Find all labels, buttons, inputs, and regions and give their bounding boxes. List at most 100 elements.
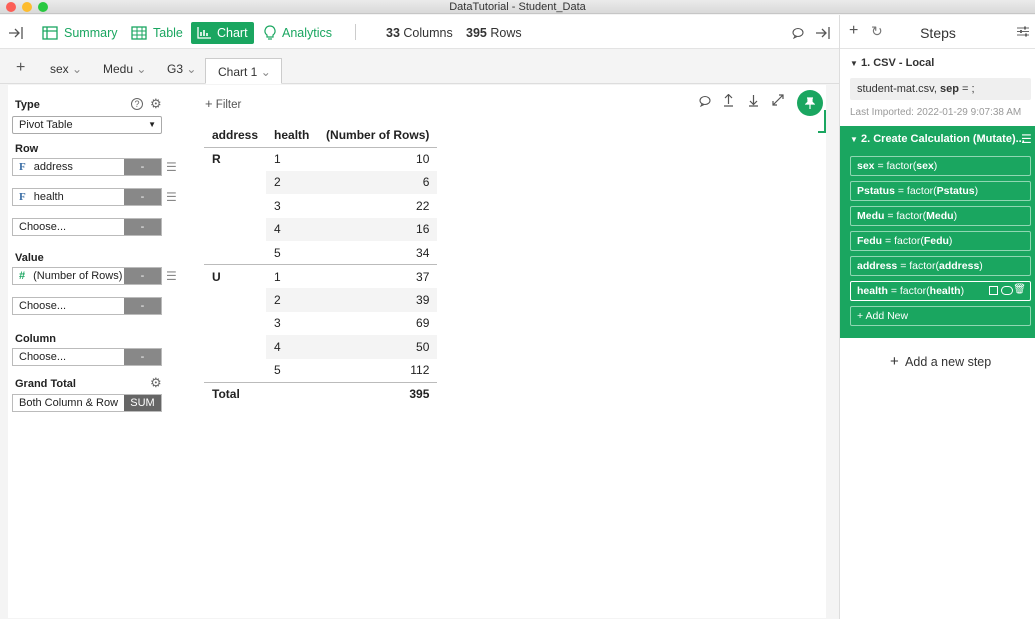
- analytics-button[interactable]: Analytics: [264, 22, 332, 44]
- table-cell: 4: [266, 335, 318, 359]
- step-2-card[interactable]: ▼ 2. Create Calculation (Mutate)... ☰ se…: [840, 126, 1035, 338]
- table-cell: 39: [317, 288, 438, 312]
- table-cell: 37: [416, 269, 430, 284]
- grand-total-select[interactable]: Both Column & Row SUM: [12, 394, 162, 412]
- expand-icon[interactable]: [772, 94, 784, 109]
- caret-down-icon: ▼: [148, 120, 156, 129]
- calc-command-health[interactable]: health = factor(health) 🗑: [850, 281, 1031, 301]
- drag-handle-icon[interactable]: ☰: [166, 190, 177, 204]
- upload-icon[interactable]: [723, 93, 734, 110]
- value-section-label: Value: [15, 252, 44, 264]
- chart-workspace: Type ? ⚙ Pivot Table ▼ Row Faddress - ☰ …: [8, 85, 826, 618]
- toggle-icon[interactable]: [1001, 286, 1013, 295]
- table-cell: 5: [266, 241, 318, 265]
- numeric-type-icon: #: [19, 270, 26, 282]
- value-field-number-of-rows[interactable]: # (Number of Rows) -: [12, 267, 162, 285]
- table-cell: 112: [317, 358, 438, 383]
- table-cell: 50: [317, 335, 438, 359]
- table-label: Table: [153, 26, 183, 40]
- add-tab-button[interactable]: +: [16, 59, 25, 77]
- plus-icon: +: [890, 353, 899, 370]
- plus-icon: +: [205, 96, 213, 111]
- drag-handle-icon[interactable]: ☰: [166, 160, 177, 174]
- gear-icon[interactable]: ⚙: [150, 375, 162, 391]
- download-icon[interactable]: [748, 94, 759, 110]
- table-cell: 1: [274, 269, 281, 284]
- pin-connector: [818, 110, 826, 133]
- remove-field-button[interactable]: -: [124, 268, 161, 284]
- window-title: DataTutorial - Student_Data: [449, 1, 586, 13]
- chevron-down-icon: ⌄: [186, 62, 197, 76]
- table-cell: 22: [416, 198, 430, 213]
- chart-icon: [197, 27, 211, 39]
- table-cell: 5: [266, 358, 318, 383]
- remove-field-button[interactable]: -: [124, 349, 161, 365]
- chevron-down-icon: ⌄: [72, 62, 83, 76]
- table-cell: 6: [317, 170, 438, 194]
- tab-bar: + sex ⌄ Medu ⌄ G3 ⌄ Chart 1 ⌄: [0, 50, 839, 84]
- menu-icon[interactable]: ☰: [1021, 132, 1032, 146]
- tab-g3[interactable]: G3 ⌄: [167, 62, 196, 76]
- calc-command-sex[interactable]: sex = factor(sex): [850, 156, 1031, 176]
- drag-handle-icon[interactable]: ☰: [166, 269, 177, 283]
- table-cell: 2: [266, 288, 318, 312]
- column-choose-field[interactable]: Choose... -: [12, 348, 162, 366]
- summary-button[interactable]: Summary: [42, 22, 117, 44]
- chart-button[interactable]: Chart: [191, 22, 254, 44]
- columns-count: 33 Columns: [386, 26, 453, 40]
- column-section-label: Column: [15, 333, 56, 345]
- comment-icon[interactable]: [699, 95, 711, 110]
- copy-icon[interactable]: [989, 286, 998, 295]
- settings-sliders-icon[interactable]: [1017, 26, 1029, 40]
- filter-button[interactable]: + Filter: [205, 96, 241, 111]
- row-field-health[interactable]: Fhealth -: [12, 188, 162, 206]
- value-choose-field[interactable]: Choose... -: [12, 297, 162, 315]
- row-field-address[interactable]: Faddress -: [12, 158, 162, 176]
- table-cell: 3: [274, 198, 281, 213]
- help-icon[interactable]: ?: [131, 98, 143, 110]
- header-address: address: [204, 123, 267, 148]
- grand-total-agg-button[interactable]: SUM: [124, 395, 161, 411]
- remove-field-button[interactable]: -: [124, 219, 161, 235]
- tab-chart-1[interactable]: Chart 1 ⌄: [205, 58, 282, 84]
- calc-command-pstatus[interactable]: Pstatus = factor(Pstatus): [850, 181, 1031, 201]
- calc-command-medu[interactable]: Medu = factor(Medu): [850, 206, 1031, 226]
- tab-medu[interactable]: Medu ⌄: [103, 62, 146, 76]
- tab-sex[interactable]: sex ⌄: [50, 62, 82, 76]
- calc-command-fedu[interactable]: Fedu = factor(Fedu): [850, 231, 1031, 251]
- table-button[interactable]: Table: [131, 22, 183, 44]
- main-toolbar: Summary Table Chart Analytics 33 Columns…: [0, 15, 839, 49]
- header-health: health: [266, 123, 318, 148]
- table-row: 2 39: [204, 288, 438, 312]
- type-select[interactable]: Pivot Table ▼: [12, 116, 162, 134]
- table-row: 4 50: [204, 335, 438, 359]
- pin-icon: [805, 97, 815, 109]
- gear-icon[interactable]: ⚙: [150, 96, 162, 112]
- header-number-of-rows: (Number of Rows): [317, 123, 438, 148]
- comment-icon[interactable]: [792, 22, 804, 44]
- remove-field-button[interactable]: -: [124, 159, 161, 175]
- table-row: 26: [204, 170, 438, 194]
- chevron-down-icon: ⌄: [136, 62, 147, 76]
- steps-panel: + ↻ Steps ▼ 1. CSV - Local student-mat.c…: [839, 15, 1035, 619]
- table-cell: 69: [416, 316, 430, 331]
- table-cell: 16: [317, 217, 438, 241]
- calc-command-address[interactable]: address = factor(address): [850, 256, 1031, 276]
- table-row: 5 112: [204, 358, 438, 383]
- last-imported-text: Last Imported: 2022-01-29 9:07:38 AM: [850, 107, 1022, 118]
- collapse-left-icon[interactable]: [8, 22, 24, 44]
- step-1-title[interactable]: ▼ 1. CSV - Local: [850, 57, 934, 69]
- chart-label: Chart: [217, 26, 248, 40]
- table-cell: 4: [266, 217, 318, 241]
- row-choose-field[interactable]: Choose... -: [12, 218, 162, 236]
- rows-count: 395 Rows: [466, 26, 522, 40]
- remove-field-button[interactable]: -: [124, 298, 161, 314]
- remove-field-button[interactable]: -: [124, 189, 161, 205]
- group-key: R: [212, 152, 221, 166]
- collapse-right-icon[interactable]: [815, 22, 831, 44]
- add-new-calc-button[interactable]: + Add New: [850, 306, 1031, 326]
- toolbar-divider: [355, 24, 356, 40]
- step-2-title: ▼ 2. Create Calculation (Mutate)...: [850, 133, 1025, 145]
- trash-icon[interactable]: 🗑: [1013, 284, 1026, 295]
- add-new-step-button[interactable]: + Add a new step: [890, 353, 991, 370]
